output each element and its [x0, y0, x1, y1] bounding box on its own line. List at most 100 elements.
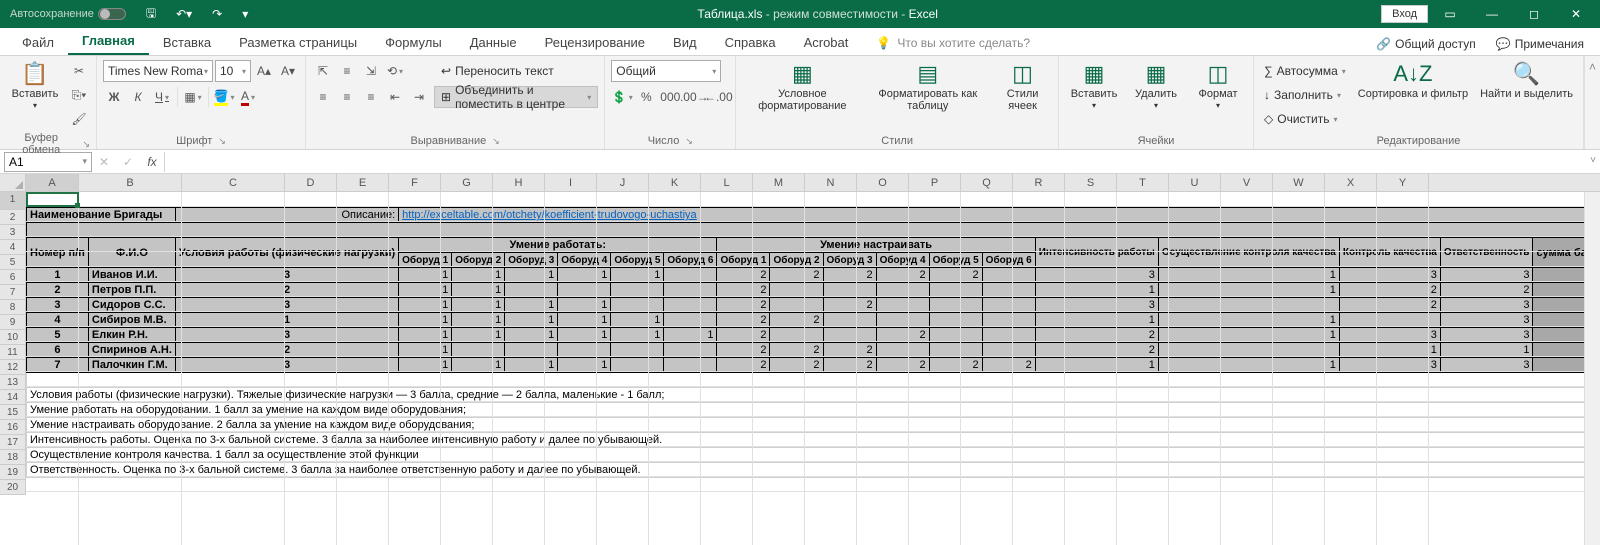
col-header-L[interactable]: L [701, 174, 753, 191]
col-header-K[interactable]: K [649, 174, 701, 191]
wrap-text-button[interactable]: ↩Переносить текст [434, 60, 561, 82]
percent-button[interactable]: % [635, 86, 657, 108]
col-header-P[interactable]: P [909, 174, 961, 191]
col-header-H[interactable]: H [493, 174, 545, 191]
col-header-M[interactable]: M [753, 174, 805, 191]
fx-icon[interactable]: fx [140, 155, 164, 169]
minimize-icon[interactable]: — [1472, 0, 1512, 28]
row-header-6[interactable]: 6 [0, 270, 25, 285]
row-header-5[interactable]: 5 [0, 255, 25, 270]
select-all-corner[interactable] [0, 174, 26, 192]
font-name-combo[interactable]: Times New Roma▾ [103, 60, 213, 82]
number-format-combo[interactable]: Общий▾ [611, 60, 721, 82]
row-header-16[interactable]: 16 [0, 420, 25, 435]
row-header-10[interactable]: 10 [0, 330, 25, 345]
col-header-F[interactable]: F [389, 174, 441, 191]
increase-decimal-button[interactable]: .00→ [683, 86, 705, 108]
col-header-X[interactable]: X [1325, 174, 1377, 191]
maximize-icon[interactable]: ◻ [1514, 0, 1554, 28]
insert-cells-button[interactable]: ▦Вставить▾ [1065, 60, 1123, 113]
row-header-8[interactable]: 8 [0, 300, 25, 315]
italic-button[interactable]: К [127, 86, 149, 108]
row-header-3[interactable]: 3 [0, 225, 25, 240]
tab-formulas[interactable]: Формулы [371, 30, 456, 55]
format-cells-button[interactable]: ◫Формат▾ [1189, 60, 1247, 113]
qat-customize-icon[interactable]: ▾ [236, 5, 254, 23]
dialog-launcher-icon[interactable]: ↘ [492, 136, 500, 147]
tab-layout[interactable]: Разметка страницы [225, 30, 371, 55]
font-color-button[interactable]: A [237, 86, 259, 108]
col-header-G[interactable]: G [441, 174, 493, 191]
conditional-formatting-button[interactable]: ▦Условное форматирование [742, 60, 862, 114]
row-header-17[interactable]: 17 [0, 435, 25, 450]
sort-filter-button[interactable]: A↓ZСортировка и фильтр [1354, 60, 1472, 102]
dialog-launcher-icon[interactable]: ↘ [82, 139, 90, 150]
tab-data[interactable]: Данные [456, 30, 531, 55]
row-header-13[interactable]: 13 [0, 375, 25, 390]
find-select-button[interactable]: 🔍Найти и выделить [1476, 60, 1577, 102]
col-header-D[interactable]: D [285, 174, 337, 191]
row-header-2[interactable]: 2 [0, 210, 25, 225]
col-header-T[interactable]: T [1117, 174, 1169, 191]
description-link[interactable]: http://exceltable.com/otchety/koefficien… [402, 209, 697, 221]
col-header-W[interactable]: W [1273, 174, 1325, 191]
increase-indent-button[interactable]: ⇥ [408, 86, 430, 108]
align-middle-button[interactable]: ≡ [336, 60, 358, 82]
bold-button[interactable]: Ж [103, 86, 125, 108]
vertical-scrollbar[interactable] [1584, 192, 1600, 545]
orientation-button[interactable]: ⟲ [384, 60, 406, 82]
row-header-20[interactable]: 20 [0, 480, 25, 495]
autosave-toggle[interactable]: Автосохранение [4, 6, 132, 22]
col-header-C[interactable]: C [182, 174, 285, 191]
tab-acrobat[interactable]: Acrobat [790, 30, 863, 55]
align-right-button[interactable]: ≡ [360, 86, 382, 108]
decrease-decimal-button[interactable]: ←.00 [707, 86, 729, 108]
col-header-U[interactable]: U [1169, 174, 1221, 191]
row-header-18[interactable]: 18 [0, 450, 25, 465]
underline-button[interactable]: Ч [151, 86, 173, 108]
row-header-11[interactable]: 11 [0, 345, 25, 360]
row-header-9[interactable]: 9 [0, 315, 25, 330]
tab-insert[interactable]: Вставка [149, 30, 225, 55]
cell-styles-button[interactable]: ◫Стили ячеек [993, 60, 1052, 114]
undo-icon[interactable]: ↶▾ [170, 5, 198, 23]
cut-button[interactable]: ✂ [68, 60, 90, 82]
decrease-indent-button[interactable]: ⇤ [384, 86, 406, 108]
col-header-R[interactable]: R [1013, 174, 1065, 191]
col-header-Q[interactable]: Q [961, 174, 1013, 191]
formula-input[interactable]: ˅ [164, 152, 1600, 172]
sign-in-button[interactable]: Вход [1381, 5, 1428, 23]
dialog-launcher-icon[interactable]: ↘ [685, 136, 693, 147]
tab-view[interactable]: Вид [659, 30, 711, 55]
col-header-V[interactable]: V [1221, 174, 1273, 191]
delete-cells-button[interactable]: ▦Удалить▾ [1127, 60, 1185, 113]
row-header-15[interactable]: 15 [0, 405, 25, 420]
collapse-ribbon-icon[interactable]: ˄ [1589, 60, 1596, 74]
enter-formula-icon[interactable]: ✓ [116, 155, 140, 169]
format-as-table-button[interactable]: ▤Форматировать как таблицу [866, 60, 989, 114]
col-header-N[interactable]: N [805, 174, 857, 191]
tell-me-search[interactable]: 💡 Что вы хотите сделать? [862, 31, 1044, 55]
col-header-S[interactable]: S [1065, 174, 1117, 191]
row-header-12[interactable]: 12 [0, 360, 25, 375]
close-icon[interactable]: ✕ [1556, 0, 1596, 28]
col-header-J[interactable]: J [597, 174, 649, 191]
expand-formula-icon[interactable]: ˅ [1590, 155, 1596, 166]
accounting-format-button[interactable]: 💲 [611, 86, 633, 108]
redo-icon[interactable]: ↷ [206, 5, 228, 23]
font-size-combo[interactable]: 10▾ [215, 60, 251, 82]
decrease-font-button[interactable]: A▾ [277, 60, 299, 82]
align-top-button[interactable]: ⇱ [312, 60, 334, 82]
comma-button[interactable]: 000 [659, 86, 681, 108]
dialog-launcher-icon[interactable]: ↘ [218, 136, 226, 147]
align-center-button[interactable]: ≡ [336, 86, 358, 108]
autosum-button[interactable]: ∑Автосумма▾ [1260, 60, 1350, 82]
col-header-A[interactable]: A [26, 174, 79, 191]
save-icon[interactable]: 🖫 [140, 2, 162, 27]
increase-font-button[interactable]: A▴ [253, 60, 275, 82]
comments-button[interactable]: 💬Примечания [1488, 33, 1592, 55]
row-header-7[interactable]: 7 [0, 285, 25, 300]
col-header-E[interactable]: E [337, 174, 389, 191]
clear-button[interactable]: ◇Очистить▾ [1260, 108, 1342, 130]
tab-home[interactable]: Главная [68, 28, 149, 55]
